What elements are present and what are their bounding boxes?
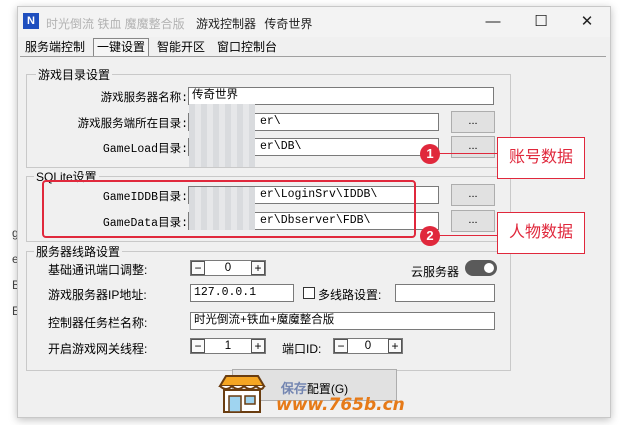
gateway-thread-label: 开启游戏网关线程: xyxy=(48,342,148,356)
window-title: 时光倒流 铁血 魔魔整合版 游戏控制器 传奇世界 xyxy=(46,15,312,32)
tab-one-click-setup[interactable]: 一键设置 xyxy=(93,38,150,56)
gameload-dir-label: GameLoad目录: xyxy=(102,143,188,156)
server-dir-value: er\ xyxy=(260,115,281,128)
server-name-input[interactable]: 传奇世界 xyxy=(188,87,494,105)
port-id-increment-button[interactable]: + xyxy=(388,339,402,353)
game-dir-group-title: 游戏目录设置 xyxy=(36,66,113,83)
gateway-thread-increment-button[interactable]: + xyxy=(251,339,265,353)
annotation-line-1 xyxy=(437,153,497,154)
watermark-store-icon xyxy=(216,372,268,416)
base-port-stepper[interactable]: − 0 + xyxy=(190,260,266,276)
multi-line-input[interactable] xyxy=(395,284,495,302)
annotation-number-1: 1 xyxy=(420,144,440,164)
gameiddb-dir-browse-button[interactable]: ... xyxy=(451,184,495,206)
app-logo-icon: N xyxy=(23,13,39,29)
taskbar-name-label: 控制器任务栏名称: xyxy=(48,316,148,330)
cloud-server-toggle[interactable] xyxy=(465,260,497,276)
redaction-blur-top xyxy=(189,104,255,167)
gameload-dir-value: er\DB\ xyxy=(260,140,302,153)
port-id-stepper[interactable]: − 0 + xyxy=(333,338,403,354)
toggle-knob xyxy=(484,263,494,273)
tab-smart-open[interactable]: 智能开区 xyxy=(154,39,209,56)
gameload-dir-browse-button[interactable]: ... xyxy=(451,136,495,158)
server-ip-input[interactable]: 127.0.0.1 xyxy=(190,284,294,302)
port-id-label: 端口ID: xyxy=(282,342,322,356)
server-dir-label: 游戏服务端所在目录: xyxy=(77,118,188,131)
close-button[interactable]: ✕ xyxy=(567,12,607,32)
tab-server-control[interactable]: 服务端控制 xyxy=(22,39,89,56)
multi-line-checkbox[interactable] xyxy=(303,287,315,299)
tab-window-console[interactable]: 窗口控制台 xyxy=(214,39,281,56)
server-name-label: 游戏服务器名称: xyxy=(100,92,188,105)
minimize-button[interactable]: — xyxy=(473,12,513,32)
base-port-value: 0 xyxy=(224,262,232,274)
base-port-label: 基础通讯端口调整: xyxy=(48,263,148,277)
server-line-group-title: 服务器线路设置 xyxy=(34,243,123,260)
multi-line-label: 多线路设置: xyxy=(318,288,382,302)
port-id-decrement-button[interactable]: − xyxy=(334,339,348,353)
gamedata-dir-browse-button[interactable]: ... xyxy=(451,210,495,232)
server-dir-browse-button[interactable]: ... xyxy=(451,111,495,133)
title-bar[interactable]: N 时光倒流 铁血 魔魔整合版 游戏控制器 传奇世界 — ☐ ✕ xyxy=(18,7,610,37)
annotation-highlight-box xyxy=(42,180,416,238)
gateway-thread-value: 1 xyxy=(224,340,232,352)
character-data-callout: 人物数据 xyxy=(497,212,585,254)
save-button-label: 配置(G) xyxy=(306,382,349,396)
gateway-thread-stepper[interactable]: − 1 + xyxy=(190,338,266,354)
taskbar-name-input[interactable]: 时光倒流+铁血+魔魔整合版 xyxy=(190,312,495,330)
base-port-decrement-button[interactable]: − xyxy=(191,261,205,275)
watermark-url: www.765b.cn xyxy=(276,395,405,415)
cloud-server-label: 云服务器 xyxy=(411,265,460,279)
window-title-controller: 游戏控制器 xyxy=(196,17,257,31)
window-title-game: 传奇世界 xyxy=(264,17,313,31)
account-data-callout: 账号数据 xyxy=(497,137,585,179)
maximize-button[interactable]: ☐ xyxy=(521,12,561,32)
annotation-number-2: 2 xyxy=(420,226,440,246)
base-port-increment-button[interactable]: + xyxy=(251,261,265,275)
tab-divider xyxy=(20,56,606,57)
server-ip-label: 游戏服务器IP地址: xyxy=(48,288,147,302)
annotation-line-2 xyxy=(437,235,497,236)
gateway-thread-decrement-button[interactable]: − xyxy=(191,339,205,353)
port-id-value: 0 xyxy=(364,340,372,352)
window-title-blurred: 时光倒流 铁血 魔魔整合版 xyxy=(46,17,185,31)
